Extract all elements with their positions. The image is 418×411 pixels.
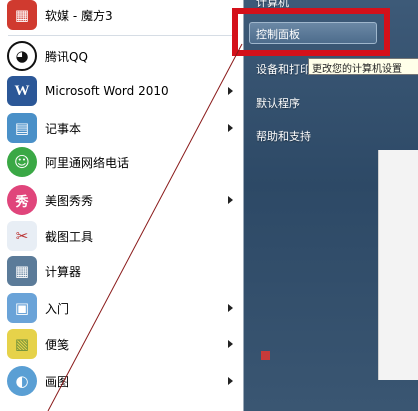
annotation-line bbox=[47, 43, 243, 411]
